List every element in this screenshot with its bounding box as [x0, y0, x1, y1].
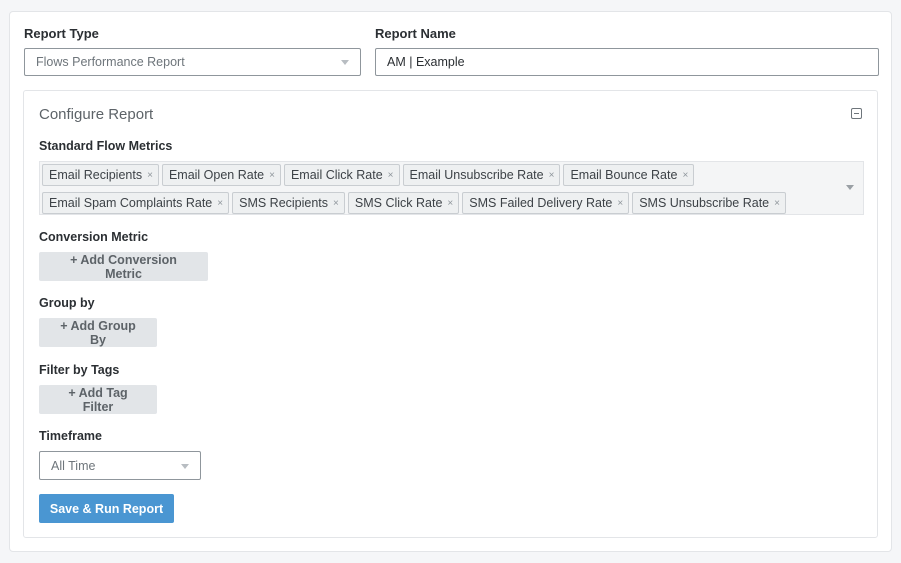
add-tag-filter-button[interactable]: + Add Tag Filter	[39, 385, 157, 414]
metric-tag-label: Email Bounce Rate	[570, 168, 678, 182]
metric-tag-label: Email Unsubscribe Rate	[409, 168, 544, 182]
chevron-down-icon	[181, 464, 189, 469]
chevron-down-icon[interactable]	[846, 185, 854, 190]
metric-tag: Email Recipients ×	[42, 164, 159, 186]
metric-tag-label: SMS Unsubscribe Rate	[639, 196, 770, 210]
metric-tag: SMS Failed Delivery Rate ×	[462, 192, 630, 214]
conversion-metric-label: Conversion Metric	[39, 230, 149, 244]
metric-tag-label: Email Spam Complaints Rate	[49, 196, 213, 210]
metric-tag-label: SMS Recipients	[239, 196, 329, 210]
standard-flow-metrics-multiselect[interactable]: Email Recipients × Email Open Rate × Email C…	[39, 161, 864, 215]
filter-by-tags-label: Filter by Tags	[39, 363, 120, 377]
report-type-value: Flows Performance Report	[36, 55, 185, 69]
standard-flow-metrics-label: Standard Flow Metrics	[39, 139, 173, 153]
configure-report-panel: Configure Report Standard Flow Metrics E…	[23, 90, 878, 538]
add-group-by-button[interactable]: + Add Group By	[39, 318, 157, 347]
metric-tag: Email Bounce Rate ×	[563, 164, 695, 186]
add-conversion-metric-button[interactable]: + Add Conversion Metric	[39, 252, 208, 281]
report-name-value: AM | Example	[387, 55, 465, 69]
metric-tag-label: SMS Failed Delivery Rate	[469, 196, 613, 210]
chevron-down-icon	[341, 60, 349, 65]
metric-tag: Email Open Rate ×	[161, 164, 281, 186]
timeframe-value: All Time	[51, 458, 96, 473]
metric-tag: Email Spam Complaints Rate ×	[42, 192, 230, 214]
group-by-label: Group by	[39, 296, 95, 310]
remove-tag-icon[interactable]: ×	[388, 170, 394, 181]
remove-tag-icon[interactable]: ×	[682, 170, 688, 181]
timeframe-select[interactable]: All Time	[39, 451, 201, 480]
remove-tag-icon[interactable]: ×	[549, 170, 555, 181]
report-type-label: Report Type	[24, 26, 99, 41]
minus-square-icon[interactable]	[851, 108, 862, 119]
remove-tag-icon[interactable]: ×	[333, 198, 339, 209]
metric-tag: Email Unsubscribe Rate ×	[402, 164, 561, 186]
remove-tag-icon[interactable]: ×	[217, 198, 223, 209]
remove-tag-icon[interactable]: ×	[269, 170, 275, 181]
metric-tag: SMS Recipients ×	[232, 192, 345, 214]
metric-tag-label: Email Open Rate	[168, 168, 265, 182]
remove-tag-icon[interactable]: ×	[617, 198, 623, 209]
metric-tag: Email Click Rate ×	[283, 164, 400, 186]
metric-tag-label: Email Click Rate	[290, 168, 383, 182]
metric-tag-label: Email Recipients	[49, 168, 143, 182]
report-name-input[interactable]: AM | Example	[375, 48, 879, 76]
metric-tag: SMS Click Rate ×	[347, 192, 460, 214]
save-and-run-report-button[interactable]: Save & Run Report	[39, 494, 174, 523]
timeframe-label: Timeframe	[39, 429, 102, 443]
metric-tag: SMS Unsubscribe Rate ×	[632, 192, 786, 214]
configure-report-title: Configure Report	[39, 106, 154, 123]
report-type-select[interactable]: Flows Performance Report	[24, 48, 361, 76]
remove-tag-icon[interactable]: ×	[147, 170, 153, 181]
remove-tag-icon[interactable]: ×	[774, 198, 780, 209]
remove-tag-icon[interactable]: ×	[447, 198, 453, 209]
metric-tag-label: SMS Click Rate	[354, 196, 443, 210]
metric-tags: Email Recipients × Email Open Rate × Email C…	[42, 164, 833, 214]
report-name-label: Report Name	[375, 26, 456, 41]
